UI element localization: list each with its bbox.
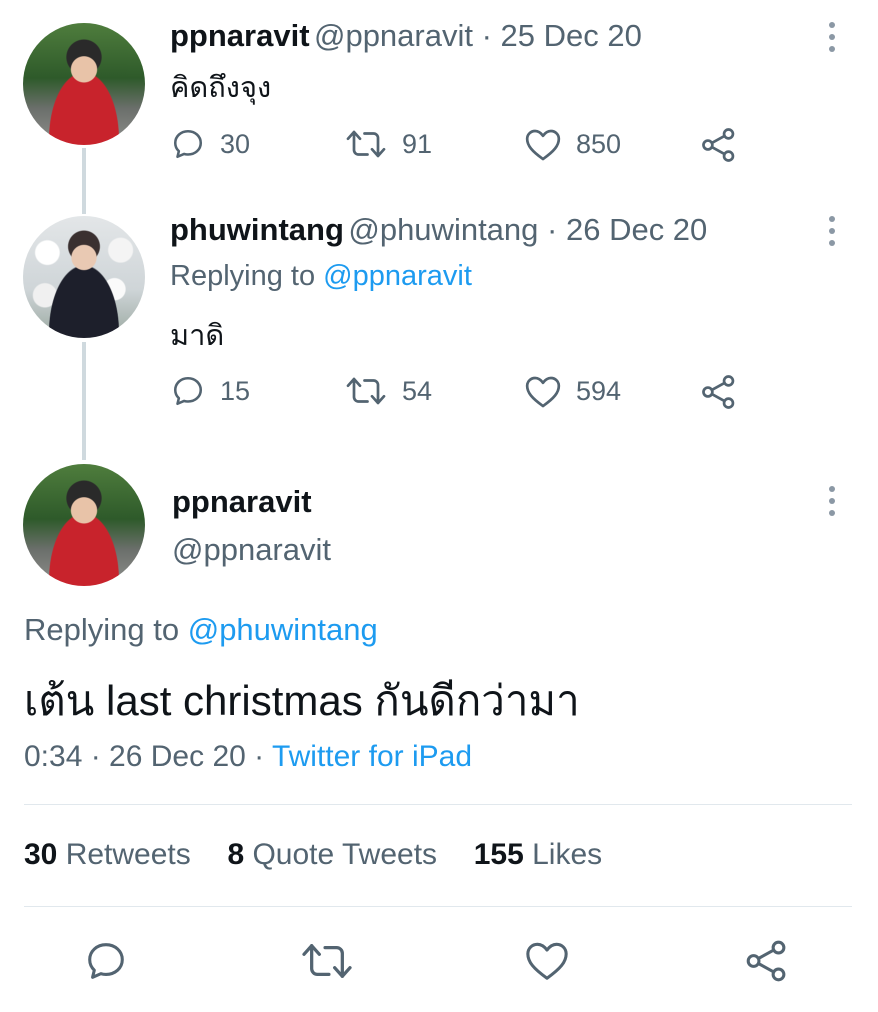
- user-handle[interactable]: @ppnaravit: [314, 18, 473, 53]
- divider: [24, 804, 852, 805]
- reply-icon: [88, 943, 124, 979]
- like-count: 594: [576, 375, 622, 406]
- share-icon: [746, 940, 786, 982]
- retweet-count: 91: [402, 128, 433, 159]
- like-icon: [525, 129, 561, 161]
- retweet-icon: [346, 377, 386, 405]
- more-options-icon[interactable]: [829, 486, 835, 522]
- display-name[interactable]: phuwintang: [170, 212, 344, 247]
- display-name[interactable]: ppnaravit: [172, 484, 312, 520]
- replying-to-prefix: Replying to: [170, 260, 324, 292]
- tweet-time[interactable]: 0:34 · 26 Dec 20 ·: [24, 740, 272, 773]
- like-button[interactable]: 850: [524, 126, 621, 162]
- retweet-icon: [302, 944, 352, 978]
- tweet-text: เต้น last christmas กันดีกว่ามา: [24, 677, 580, 724]
- retweet-button[interactable]: 91: [344, 126, 432, 162]
- share-button[interactable]: [700, 373, 738, 411]
- like-button[interactable]: [524, 938, 570, 987]
- tweet-text: คิดถึงจุง: [170, 72, 272, 104]
- tweet-date[interactable]: 26 Dec 20: [566, 212, 707, 247]
- replying-to: Replying to @phuwintang: [24, 612, 378, 648]
- reply-icon: [173, 376, 203, 406]
- retweets-stat[interactable]: 30 Retweets: [24, 838, 191, 871]
- retweet-button[interactable]: 54: [344, 373, 432, 409]
- tweet-meta: 0:34 · 26 Dec 20 · Twitter for iPad: [24, 740, 472, 774]
- tweet-header: phuwintang @phuwintang · 26 Dec 20: [170, 212, 707, 248]
- share-button[interactable]: [744, 938, 790, 989]
- likes-stat[interactable]: 155 Likes: [474, 838, 602, 871]
- avatar[interactable]: [23, 216, 145, 338]
- thread-line-1: [82, 148, 86, 214]
- quote-tweets-count: 8: [227, 838, 245, 871]
- quote-tweets-label: Quote Tweets: [244, 838, 438, 871]
- reply-icon: [173, 129, 203, 159]
- retweet-button[interactable]: [300, 938, 354, 989]
- display-name[interactable]: ppnaravit: [170, 18, 310, 53]
- user-handle[interactable]: @phuwintang: [348, 212, 538, 247]
- date-separator: ·: [472, 18, 501, 53]
- retweet-icon: [346, 130, 386, 158]
- reply-button[interactable]: [83, 938, 129, 989]
- replying-to: Replying to @ppnaravit: [170, 260, 472, 293]
- replying-to-link[interactable]: @ppnaravit: [323, 260, 472, 292]
- tweet-text: มาดิ: [170, 320, 225, 352]
- tweet-date[interactable]: 25 Dec 20: [501, 18, 642, 53]
- like-icon: [525, 376, 561, 408]
- like-count: 850: [576, 128, 622, 159]
- user-handle[interactable]: @ppnaravit: [172, 532, 331, 568]
- reply-count: 30: [220, 128, 251, 159]
- thread-line-2: [82, 342, 86, 460]
- avatar[interactable]: [23, 23, 145, 145]
- retweets-label: Retweets: [57, 838, 191, 871]
- replying-to-link[interactable]: @phuwintang: [188, 612, 378, 647]
- likes-label: Likes: [523, 838, 603, 871]
- like-icon: [526, 942, 568, 980]
- quote-tweets-stat[interactable]: 8 Quote Tweets: [227, 838, 437, 871]
- replying-to-prefix: Replying to: [24, 612, 188, 647]
- retweet-count: 54: [402, 375, 433, 406]
- share-icon: [702, 375, 735, 409]
- reply-button[interactable]: 15: [170, 373, 250, 409]
- date-separator: ·: [538, 212, 566, 247]
- tweet-source[interactable]: Twitter for iPad: [272, 740, 472, 773]
- tweet-stats: 30 Retweets 8 Quote Tweets 155 Likes: [24, 838, 602, 872]
- more-options-icon[interactable]: [829, 22, 835, 58]
- reply-button[interactable]: 30: [170, 126, 250, 162]
- tweet-header: ppnaravit @ppnaravit · 25 Dec 20: [170, 18, 642, 54]
- share-button[interactable]: [700, 126, 738, 164]
- divider: [24, 906, 852, 907]
- like-button[interactable]: 594: [524, 373, 621, 409]
- share-icon: [702, 128, 735, 162]
- reply-count: 15: [220, 375, 251, 406]
- retweets-count: 30: [24, 838, 58, 871]
- more-options-icon[interactable]: [829, 216, 835, 252]
- avatar[interactable]: [23, 464, 145, 586]
- likes-count: 155: [473, 838, 524, 871]
